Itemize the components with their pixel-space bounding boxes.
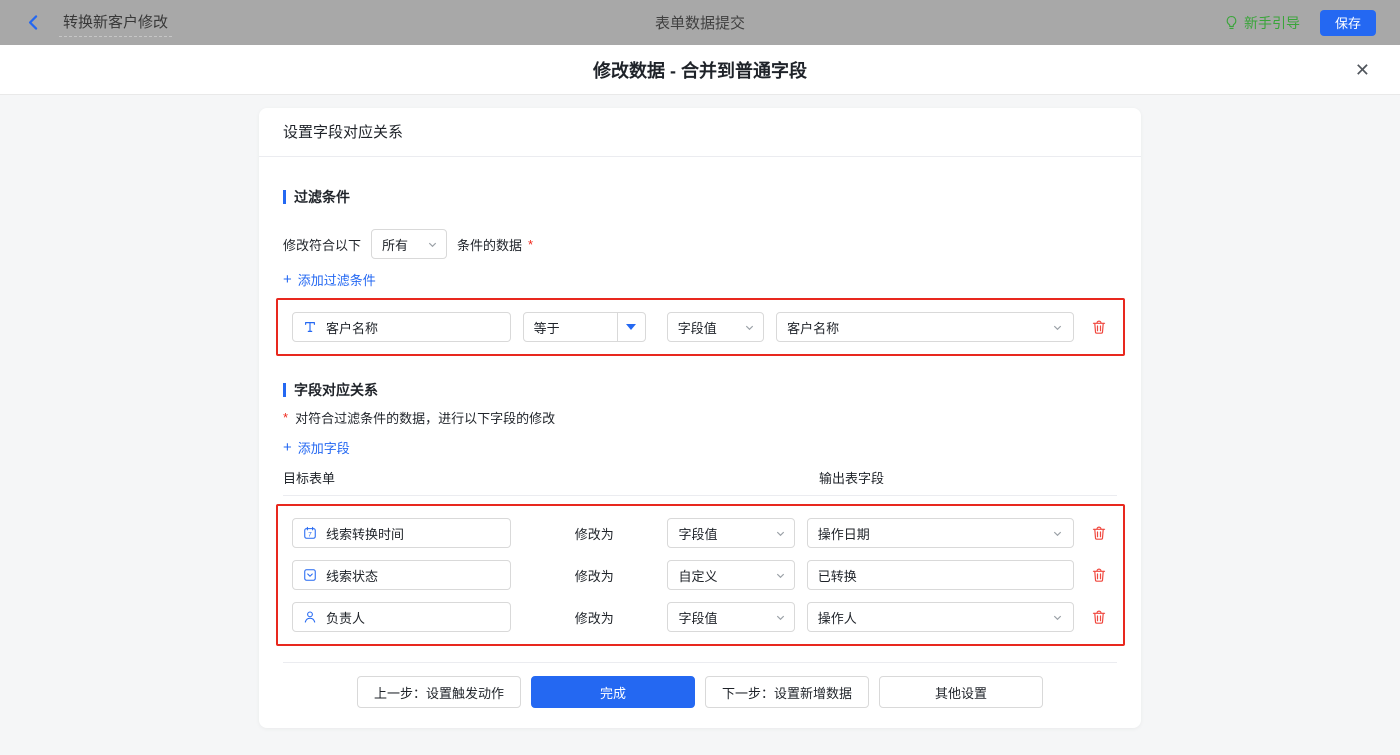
mapping-row: 负责人 修改为 字段值 操作人 xyxy=(292,602,1109,632)
mapping-highlight-box: 7 线索转换时间 修改为 字段值 操作日期 线索状态 修改为 自定义 已转换 负… xyxy=(276,504,1125,646)
filter-section-label: 过滤条件 xyxy=(294,189,350,205)
section-accent-bar xyxy=(283,190,286,204)
delete-condition-button[interactable] xyxy=(1089,317,1109,337)
mapping-description-row: * 对符合过滤条件的数据，进行以下字段的修改 xyxy=(283,408,1117,427)
chevron-down-icon xyxy=(1052,528,1063,539)
close-icon[interactable]: ✕ xyxy=(1355,61,1370,79)
delete-mapping-button[interactable] xyxy=(1089,565,1109,585)
plus-icon: + xyxy=(283,271,292,288)
mapping-columns-header: 目标表单 输出表字段 xyxy=(283,468,1117,496)
target-field-select[interactable]: 7 线索转换时间 xyxy=(292,518,511,548)
caret-down-icon xyxy=(626,324,637,330)
chevron-left-icon xyxy=(24,13,43,32)
value-type: 字段值 xyxy=(678,610,718,626)
value-type: 自定义 xyxy=(678,568,718,584)
custom-value: 已转换 xyxy=(817,568,857,584)
value-type-select[interactable]: 自定义 xyxy=(667,560,795,590)
required-asterisk: * xyxy=(283,410,289,425)
required-asterisk: * xyxy=(528,236,534,252)
filter-highlight-box: 客户名称 等于 字段值 客户名称 xyxy=(276,298,1125,356)
filter-value-type: 字段值 xyxy=(677,320,717,336)
card-title: 设置字段对应关系 xyxy=(259,108,1141,157)
operator-value: 等于 xyxy=(533,320,560,336)
filter-value-type-select[interactable]: 字段值 xyxy=(666,312,765,342)
save-button[interactable]: 保存 xyxy=(1319,9,1376,36)
operator-dropdown-toggle[interactable] xyxy=(616,313,645,341)
target-field-value: 线索状态 xyxy=(326,568,379,584)
filter-field-select[interactable]: 客户名称 xyxy=(292,312,511,342)
filter-field-value: 客户名称 xyxy=(326,320,379,336)
top-bar: 转换新客户修改 表单数据提交 新手引导 保存 xyxy=(0,0,1400,45)
trigger-type-label: 表单数据提交 xyxy=(654,15,746,32)
modify-to-label: 修改为 xyxy=(574,526,614,542)
filter-match-row: 修改符合以下 所有 条件的数据 * xyxy=(283,229,1117,259)
chevron-down-icon xyxy=(1052,612,1063,623)
output-field-select[interactable]: 操作日期 xyxy=(806,518,1075,548)
dialog-header: 修改数据 - 合并到普通字段 ✕ xyxy=(0,45,1400,95)
target-form-column-label: 目标表单 xyxy=(283,471,336,486)
prev-step-button[interactable]: 上一步：设置触发动作 xyxy=(357,676,521,708)
svg-text:7: 7 xyxy=(308,532,312,539)
mapping-section-label: 字段对应关系 xyxy=(294,382,378,398)
section-accent-bar xyxy=(283,383,286,397)
delete-mapping-button[interactable] xyxy=(1089,607,1109,627)
filter-condition-row: 客户名称 等于 字段值 客户名称 xyxy=(292,312,1109,342)
mapping-row: 7 线索转换时间 修改为 字段值 操作日期 xyxy=(292,518,1109,548)
modify-to-label: 修改为 xyxy=(574,568,614,584)
match-prefix-label: 修改符合以下 xyxy=(283,237,362,253)
calendar-icon: 7 xyxy=(303,526,317,540)
plus-icon: + xyxy=(283,439,292,456)
target-field-select[interactable]: 负责人 xyxy=(292,602,511,632)
chevron-down-icon xyxy=(775,528,786,539)
chevron-down-icon xyxy=(775,612,786,623)
delete-mapping-button[interactable] xyxy=(1089,523,1109,543)
finish-button[interactable]: 完成 xyxy=(531,676,695,708)
match-suffix-label: 条件的数据 xyxy=(457,237,523,253)
beginner-guide-link[interactable]: 新手引导 xyxy=(1224,13,1300,33)
user-icon xyxy=(303,610,317,624)
dialog-footer: 上一步：设置触发动作 完成 下一步：设置新增数据 其他设置 xyxy=(283,662,1117,718)
output-field-value: 操作日期 xyxy=(817,526,870,542)
target-field-value: 负责人 xyxy=(326,610,366,626)
other-settings-button[interactable]: 其他设置 xyxy=(879,676,1043,708)
value-type-select[interactable]: 字段值 xyxy=(667,602,795,632)
add-field-link[interactable]: + 添加字段 xyxy=(283,438,350,457)
dialog-title: 修改数据 - 合并到普通字段 xyxy=(593,60,807,81)
modify-to-label: 修改为 xyxy=(574,610,614,626)
target-field-value: 线索转换时间 xyxy=(326,526,405,542)
mapping-row: 线索状态 修改为 自定义 已转换 xyxy=(292,560,1109,590)
next-step-button[interactable]: 下一步：设置新增数据 xyxy=(705,676,869,708)
operator-select[interactable]: 等于 xyxy=(522,312,646,342)
match-mode-value: 所有 xyxy=(382,237,409,253)
chevron-down-icon xyxy=(1052,322,1063,333)
match-mode-select[interactable]: 所有 xyxy=(371,229,448,259)
chevron-down-icon xyxy=(427,239,438,250)
output-field-value: 操作人 xyxy=(817,610,857,626)
beginner-guide-label: 新手引导 xyxy=(1243,14,1300,31)
add-filter-condition-link[interactable]: + 添加过滤条件 xyxy=(283,270,376,289)
value-type: 字段值 xyxy=(678,526,718,542)
add-field-label: 添加字段 xyxy=(297,441,350,456)
workflow-title[interactable]: 转换新客户修改 xyxy=(59,9,173,37)
mapping-section-title: 字段对应关系 xyxy=(283,380,1117,400)
add-filter-condition-label: 添加过滤条件 xyxy=(297,273,376,288)
back-button[interactable] xyxy=(24,13,43,32)
custom-value-input[interactable]: 已转换 xyxy=(806,560,1075,590)
chevron-down-icon xyxy=(775,570,786,581)
filter-value: 客户名称 xyxy=(787,320,840,336)
target-field-select[interactable]: 线索状态 xyxy=(292,560,511,590)
mapping-description: 对符合过滤条件的数据，进行以下字段的修改 xyxy=(295,411,556,426)
output-field-column-label: 输出表字段 xyxy=(819,471,885,486)
dropdown-field-icon xyxy=(303,568,317,582)
filter-section-title: 过滤条件 xyxy=(283,187,1117,207)
dialog-body: 设置字段对应关系 过滤条件 修改符合以下 所有 条件的数据 * + 添加过滤条件… xyxy=(0,95,1400,755)
text-field-icon xyxy=(303,320,317,334)
value-type-select[interactable]: 字段值 xyxy=(667,518,795,548)
chevron-down-icon xyxy=(744,322,755,333)
filter-value-select[interactable]: 客户名称 xyxy=(776,312,1075,342)
lightbulb-icon xyxy=(1224,15,1239,30)
settings-card: 设置字段对应关系 过滤条件 修改符合以下 所有 条件的数据 * + 添加过滤条件… xyxy=(259,108,1141,728)
output-field-select[interactable]: 操作人 xyxy=(806,602,1075,632)
